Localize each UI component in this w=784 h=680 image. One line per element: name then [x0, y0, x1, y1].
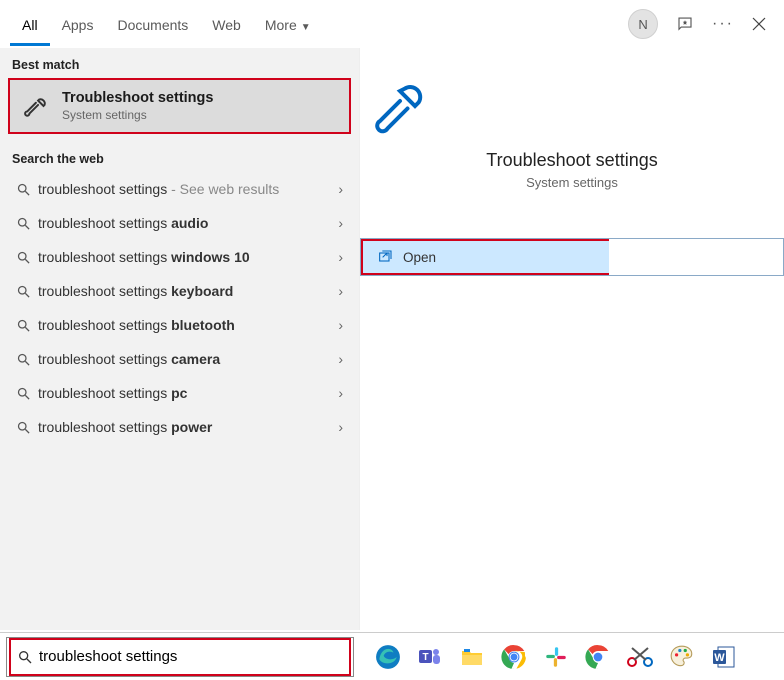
svg-text:T: T [422, 652, 428, 663]
web-result-row[interactable]: troubleshoot settings bluetooth› [0, 308, 359, 342]
wrench-icon [22, 91, 52, 121]
search-box[interactable] [6, 637, 354, 677]
chevron-right-icon: › [338, 215, 343, 231]
web-result-text: troubleshoot settings pc [38, 385, 338, 401]
tab-more[interactable]: More▼ [253, 3, 323, 46]
header-bar: All Apps Documents Web More▼ N ··· [0, 0, 784, 48]
search-icon [16, 352, 38, 367]
search-icon [16, 216, 38, 231]
feedback-icon[interactable] [676, 15, 694, 33]
best-match-result[interactable]: Troubleshoot settings System settings [8, 78, 351, 134]
search-icon [16, 182, 38, 197]
chevron-right-icon: › [338, 419, 343, 435]
search-web-label: Search the web [0, 142, 359, 172]
chevron-right-icon: › [338, 283, 343, 299]
close-icon[interactable] [752, 17, 766, 31]
web-result-text: troubleshoot settings windows 10 [38, 249, 338, 265]
tab-all[interactable]: All [10, 3, 50, 46]
open-label: Open [403, 250, 436, 265]
search-input[interactable] [39, 648, 343, 665]
search-icon [16, 318, 38, 333]
search-icon [17, 649, 33, 665]
search-icon [16, 250, 38, 265]
taskbar-icons: T W [360, 643, 738, 671]
search-icon [16, 420, 38, 435]
more-options-icon[interactable]: ··· [712, 15, 734, 33]
web-result-row[interactable]: troubleshoot settings - See web results› [0, 172, 359, 206]
teams-icon[interactable]: T [416, 643, 444, 671]
paint-icon[interactable] [668, 643, 696, 671]
best-match-subtitle: System settings [62, 108, 213, 122]
chevron-right-icon: › [338, 181, 343, 197]
web-results-list: troubleshoot settings - See web results›… [0, 172, 359, 444]
user-avatar[interactable]: N [628, 9, 658, 39]
tab-web[interactable]: Web [200, 3, 253, 46]
web-result-text: troubleshoot settings audio [38, 215, 338, 231]
web-result-row[interactable]: troubleshoot settings keyboard› [0, 274, 359, 308]
web-result-text: troubleshoot settings - See web results [38, 181, 338, 197]
open-icon [377, 249, 393, 265]
tab-documents[interactable]: Documents [105, 3, 200, 46]
best-match-label: Best match [0, 48, 359, 78]
snip-icon[interactable] [626, 643, 654, 671]
web-result-text: troubleshoot settings camera [38, 351, 338, 367]
search-icon [16, 386, 38, 401]
word-icon[interactable]: W [710, 643, 738, 671]
chevron-right-icon: › [338, 317, 343, 333]
chevron-right-icon: › [338, 351, 343, 367]
open-button[interactable]: Open [361, 239, 609, 275]
detail-panel: Troubleshoot settings System settings Op… [360, 48, 784, 630]
web-result-text: troubleshoot settings bluetooth [38, 317, 338, 333]
slack-icon[interactable] [542, 643, 570, 671]
best-match-title: Troubleshoot settings [62, 90, 213, 106]
web-result-row[interactable]: troubleshoot settings audio› [0, 206, 359, 240]
wrench-large-icon [370, 76, 774, 136]
chevron-right-icon: › [338, 249, 343, 265]
file-explorer-icon[interactable] [458, 643, 486, 671]
search-icon [16, 284, 38, 299]
web-result-row[interactable]: troubleshoot settings windows 10› [0, 240, 359, 274]
web-result-row[interactable]: troubleshoot settings camera› [0, 342, 359, 376]
results-panel: Best match Troubleshoot settings System … [0, 48, 360, 630]
web-result-text: troubleshoot settings power [38, 419, 338, 435]
chrome-icon[interactable] [500, 643, 528, 671]
chrome2-icon[interactable] [584, 643, 612, 671]
taskbar: T W [0, 632, 784, 680]
web-result-row[interactable]: troubleshoot settings power› [0, 410, 359, 444]
chevron-right-icon: › [338, 385, 343, 401]
tab-apps[interactable]: Apps [50, 3, 106, 46]
svg-text:W: W [714, 652, 725, 664]
edge-icon[interactable] [374, 643, 402, 671]
detail-title: Troubleshoot settings [370, 150, 774, 171]
web-result-text: troubleshoot settings keyboard [38, 283, 338, 299]
filter-tabs: All Apps Documents Web More▼ [10, 3, 323, 46]
web-result-row[interactable]: troubleshoot settings pc› [0, 376, 359, 410]
detail-subtitle: System settings [370, 175, 774, 190]
